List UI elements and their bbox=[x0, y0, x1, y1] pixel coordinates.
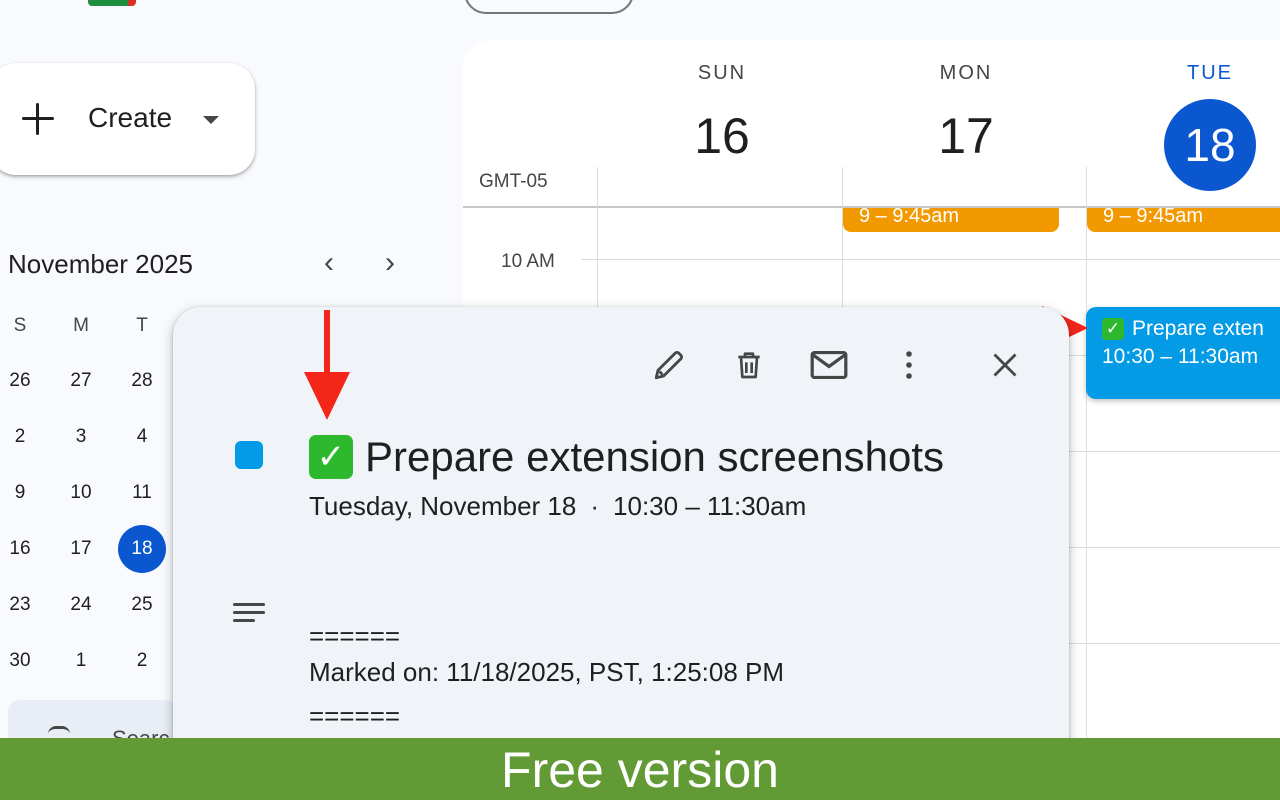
close-icon[interactable] bbox=[983, 343, 1027, 387]
day-number[interactable]: 16 bbox=[622, 107, 822, 165]
mini-calendar-title: November 2025 bbox=[8, 249, 193, 279]
check-mark-icon: ✓ bbox=[1102, 318, 1124, 340]
mini-day[interactable]: 16 bbox=[0, 537, 45, 577]
free-version-banner: Free version bbox=[0, 738, 1280, 800]
event-title: Prepare exten bbox=[1132, 317, 1264, 340]
description-icon bbox=[233, 603, 265, 623]
mail-icon[interactable] bbox=[807, 343, 851, 387]
create-label: Create bbox=[88, 102, 173, 133]
trash-icon[interactable] bbox=[727, 343, 771, 387]
more-vert-icon[interactable] bbox=[887, 343, 931, 387]
hour-line bbox=[581, 259, 1280, 260]
day-number[interactable]: 17 bbox=[866, 107, 1066, 165]
chevron-right-icon[interactable]: › bbox=[372, 248, 408, 280]
app-logo[interactable] bbox=[88, 0, 142, 6]
mini-day[interactable]: 27 bbox=[56, 369, 106, 409]
mini-day[interactable]: 2 bbox=[0, 425, 45, 465]
day-of-week: SUN bbox=[697, 62, 747, 84]
mini-day[interactable]: 23 bbox=[0, 593, 45, 633]
mini-day[interactable]: 28 bbox=[117, 369, 167, 409]
mini-day[interactable]: 25 bbox=[117, 593, 167, 633]
chevron-left-icon[interactable]: ‹ bbox=[311, 248, 347, 280]
event-date: Tuesday, November 18 bbox=[309, 491, 577, 521]
day-of-week: MON bbox=[939, 62, 993, 84]
mini-day[interactable]: 10 bbox=[56, 481, 106, 521]
grid-line bbox=[1086, 167, 1087, 760]
today-button[interactable] bbox=[464, 0, 634, 14]
mini-day[interactable]: 1 bbox=[56, 649, 106, 689]
mini-weekday-header: T bbox=[136, 315, 148, 336]
time-label-10am: 10 AM bbox=[501, 251, 555, 272]
description-line: Marked on: 11/18/2025, PST, 1:25:08 PM bbox=[309, 657, 785, 687]
plus-icon bbox=[20, 101, 56, 137]
event-orange-mon[interactable]: 9 – 9:45am bbox=[843, 208, 1059, 232]
mini-day[interactable]: 2 bbox=[117, 649, 167, 689]
mini-day[interactable]: 30 bbox=[0, 649, 45, 689]
event-date-time: Tuesday, November 18 · 10:30 – 11:30am bbox=[309, 491, 806, 522]
create-button[interactable]: Create bbox=[0, 63, 255, 175]
timezone-label: GMT-05 bbox=[479, 171, 548, 192]
caret-down-icon[interactable] bbox=[203, 116, 219, 124]
mini-day[interactable]: 9 bbox=[0, 481, 45, 521]
day-of-week: TUE bbox=[1187, 62, 1233, 84]
event-time: 10:30 – 11:30am bbox=[613, 491, 807, 521]
event-color-swatch bbox=[235, 441, 263, 469]
mini-day[interactable]: 24 bbox=[56, 593, 106, 633]
today-date-circle[interactable]: 18 bbox=[1164, 99, 1256, 191]
event-title: ✓ Prepare extension screenshots bbox=[309, 433, 944, 481]
mini-day[interactable]: 11 bbox=[117, 481, 167, 521]
mini-day[interactable]: 3 bbox=[56, 425, 106, 465]
description-line: ====== bbox=[309, 621, 401, 651]
day-header-mon[interactable]: MON 17 bbox=[866, 62, 1066, 165]
day-header-sun[interactable]: SUN 16 bbox=[622, 62, 822, 165]
pencil-icon[interactable] bbox=[647, 343, 691, 387]
mini-day-today[interactable]: 18 bbox=[118, 525, 166, 573]
event-prepare-extension[interactable]: ✓ Prepare exten 10:30 – 11:30am bbox=[1086, 307, 1280, 399]
event-time: 10:30 – 11:30am bbox=[1102, 345, 1259, 368]
description-line: ====== bbox=[309, 701, 401, 731]
annotation-arrow-down bbox=[304, 310, 350, 420]
mini-weekday-header: M bbox=[73, 315, 89, 336]
event-orange-tue[interactable]: 9 – 9:45am bbox=[1087, 208, 1280, 232]
day-header-tue[interactable]: TUE bbox=[1110, 62, 1280, 85]
check-mark-icon: ✓ bbox=[309, 435, 353, 479]
separator-dot: · bbox=[590, 491, 600, 521]
mini-day[interactable]: 17 bbox=[56, 537, 106, 577]
mini-weekday-header: S bbox=[13, 315, 27, 336]
mini-day[interactable]: 4 bbox=[117, 425, 167, 465]
event-title-text: Prepare extension screenshots bbox=[365, 433, 944, 480]
mini-day[interactable]: 26 bbox=[0, 369, 45, 409]
